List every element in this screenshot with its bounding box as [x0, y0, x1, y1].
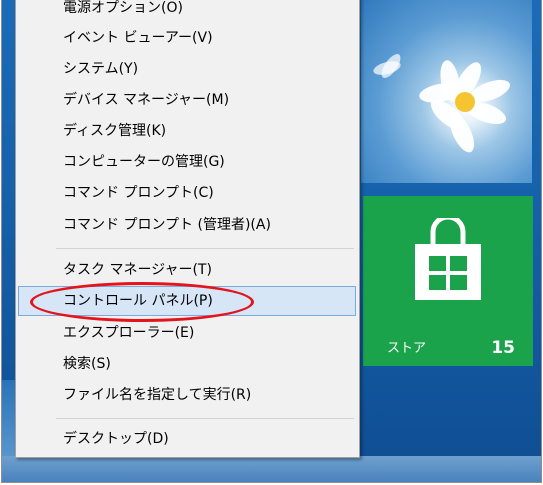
context-menu: 電源オプション(O) イベント ビューアー(V) システム(Y) デバイス マネ…	[15, 0, 360, 458]
menu-item-explorer[interactable]: エクスプローラー(E)	[18, 318, 356, 348]
flower-center	[455, 92, 475, 112]
store-tile-label: ストア	[387, 341, 427, 356]
store-badge-count: 15	[491, 338, 515, 358]
menu-item-computer-management[interactable]: コンピューターの管理(G)	[18, 147, 356, 177]
menu-item-search[interactable]: 検索(S)	[18, 349, 356, 379]
highlight-annotation-circle	[30, 282, 254, 322]
start-screen: ストア 15 電源オプション(O) イベント ビューアー(V) システム(Y) …	[1, 0, 542, 483]
desktop-edge	[2, 380, 16, 460]
menu-item-device-manager[interactable]: デバイス マネージャー(M)	[18, 85, 356, 115]
taskbar	[2, 456, 541, 482]
menu-item-event-viewer[interactable]: イベント ビューアー(V)	[18, 23, 356, 53]
menu-item-desktop[interactable]: デスクトップ(D)	[18, 424, 356, 454]
menu-item-disk-management[interactable]: ディスク管理(K)	[18, 116, 356, 146]
menu-item-command-prompt-admin[interactable]: コマンド プロンプト (管理者)(A)	[18, 210, 356, 240]
menu-separator	[56, 248, 354, 249]
menu-item-system[interactable]: システム(Y)	[18, 54, 356, 84]
store-bag-icon	[415, 218, 481, 300]
photo-tile[interactable]	[361, 0, 532, 183]
menu-item-run[interactable]: ファイル名を指定して実行(R)	[18, 380, 356, 410]
menu-item-task-manager[interactable]: タスク マネージャー(T)	[18, 255, 356, 285]
menu-item-power-options[interactable]: 電源オプション(O)	[18, 0, 356, 23]
menu-item-command-prompt[interactable]: コマンド プロンプト(C)	[18, 178, 356, 208]
store-tile[interactable]: ストア 15	[363, 196, 533, 366]
menu-separator	[56, 418, 354, 419]
